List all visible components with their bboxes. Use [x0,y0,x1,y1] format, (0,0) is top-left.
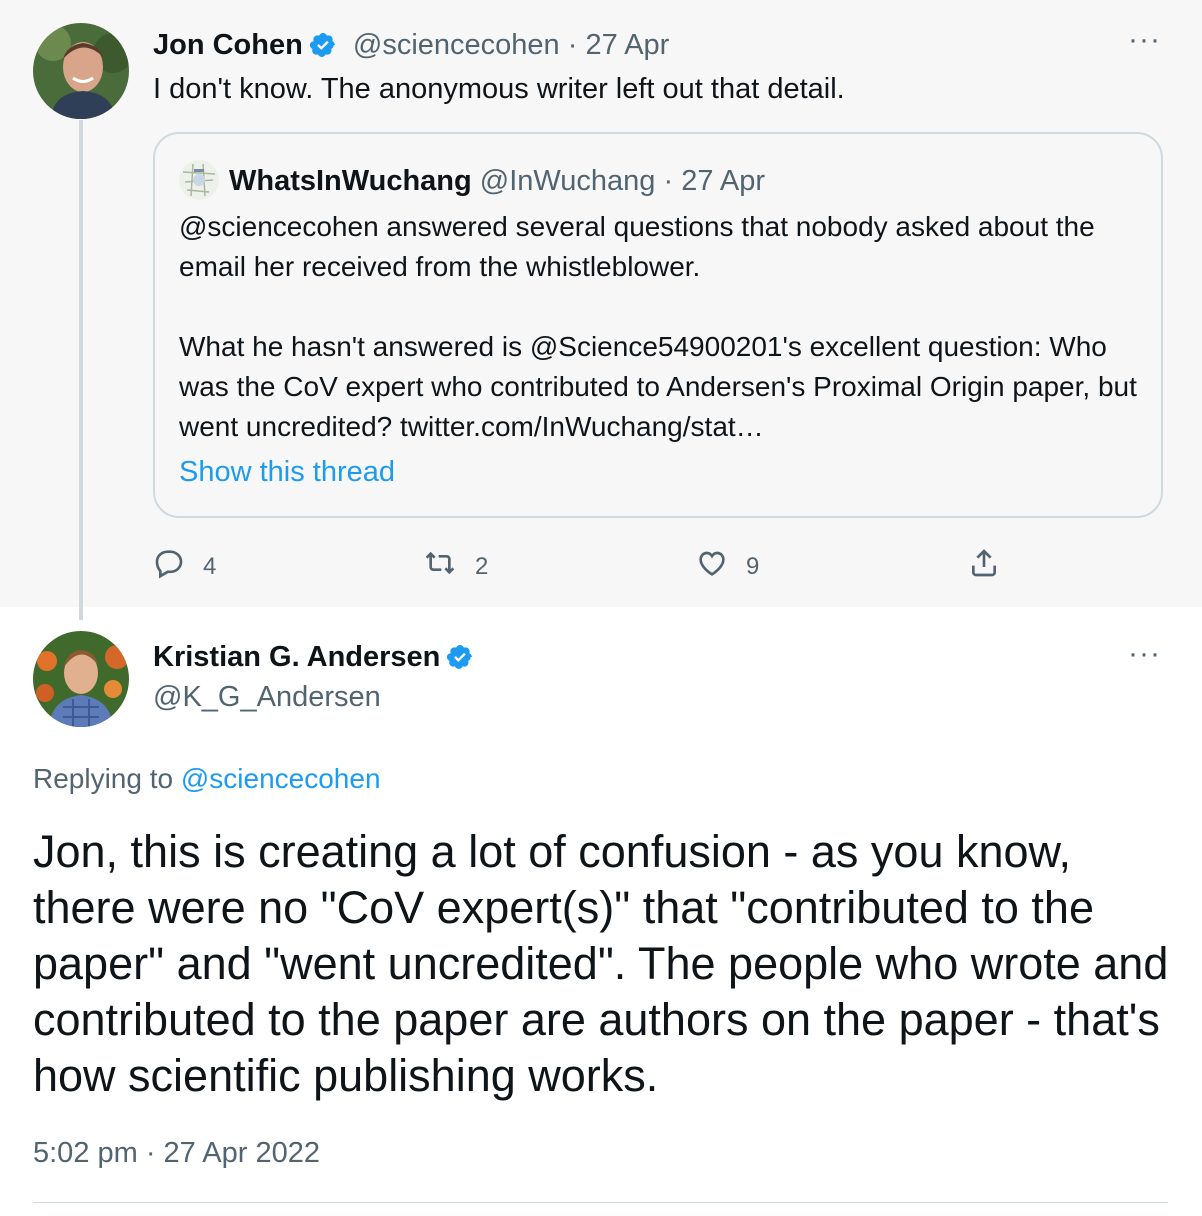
retweet-count: 2 [475,552,489,580]
author-name[interactable]: Kristian G. Andersen [153,641,440,673]
more-icon[interactable]: ··· [1128,639,1161,669]
separator-dot: · [567,29,578,61]
replying-to-line: Replying to @sciencecohen [33,762,381,796]
verified-badge-icon [446,643,474,679]
reply-button[interactable]: 4 [153,547,216,586]
parent-tweet[interactable]: Jon Cohen @sciencecohen · 27 Apr ··· I d… [0,0,1202,620]
thread-connector-line [79,120,83,620]
whatsinwuchang-avatar[interactable] [179,160,219,200]
like-button[interactable]: 9 [696,547,759,586]
retweet-button[interactable]: 2 [423,547,488,586]
separator-dot: · [663,165,674,197]
parent-tweet-header: Jon Cohen @sciencecohen · 27 Apr [153,28,669,67]
divider [33,1202,1168,1203]
reply-icon [153,547,185,586]
retweet-icon [423,547,457,586]
more-icon[interactable]: ··· [1128,25,1161,55]
author-handle[interactable]: @K_G_Andersen [153,680,381,714]
author-name[interactable]: Jon Cohen [153,29,303,61]
kristian-andersen-avatar[interactable] [33,631,129,727]
author-handle[interactable]: @sciencecohen [353,29,560,61]
quoted-tweet-text: @sciencecohen answered several questions… [179,207,1149,447]
like-count: 9 [746,552,760,580]
show-this-thread-link[interactable]: Show this thread [179,456,395,489]
quoted-author-handle[interactable]: @InWuchang [480,165,656,197]
tweet-actions-bar: 4 2 9 [153,547,1053,587]
replying-to-label: Replying to [33,763,174,794]
share-button[interactable] [968,547,1000,586]
tweet-timestamp[interactable]: 5:02 pm · 27 Apr 2022 [33,1136,320,1170]
verified-badge-icon [309,31,337,67]
quoted-tweet[interactable]: WhatsInWuchang @InWuchang · 27 Apr @scie… [153,132,1163,518]
main-tweet-header: Kristian G. Andersen [153,640,474,679]
share-icon [968,547,1000,586]
replying-to-handle-link[interactable]: @sciencecohen [181,763,381,794]
quoted-paragraph-1: @sciencecohen answered several questions… [179,211,1095,282]
quoted-tweet-date[interactable]: 27 Apr [681,165,765,197]
quoted-tweet-header: WhatsInWuchang @InWuchang · 27 Apr [179,160,765,200]
like-icon [696,547,728,586]
quoted-paragraph-2: What he hasn't answered is @Science54900… [179,331,1137,442]
jon-cohen-avatar[interactable] [33,23,129,119]
tweet-date[interactable]: 27 Apr [585,29,669,61]
quoted-author-name[interactable]: WhatsInWuchang [229,165,472,197]
reply-count: 4 [203,552,217,580]
main-tweet-text: Jon, this is creating a lot of confusion… [33,826,1169,1101]
parent-tweet-text: I don't know. The anonymous writer left … [153,73,845,105]
